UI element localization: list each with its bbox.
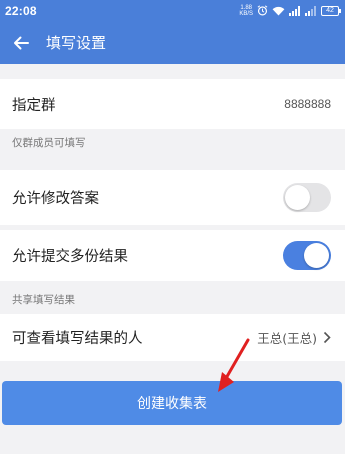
back-button[interactable] — [0, 21, 38, 64]
spacer — [0, 64, 345, 79]
signal-icon — [289, 5, 301, 16]
wifi-icon — [272, 6, 285, 16]
allow-multiple-toggle[interactable] — [283, 241, 331, 270]
group-caption: 仅群成员可填写 — [12, 137, 86, 149]
viewer-row[interactable]: 可查看填写结果的人 王总(王总) — [0, 314, 345, 361]
network-speed-unit: KB/S — [239, 10, 253, 17]
allow-edit-toggle[interactable] — [283, 183, 331, 212]
network-speed-value: 1.88 — [240, 4, 252, 11]
create-form-button-label: 创建收集表 — [137, 396, 207, 412]
share-caption: 共享填写结果 — [12, 294, 75, 306]
status-icons: 1.88 KB/S 42 — [239, 5, 341, 17]
group-label: 指定群 — [12, 97, 56, 114]
viewer-label: 可查看填写结果的人 — [12, 331, 143, 347]
network-speed: 1.88 KB/S — [239, 5, 253, 17]
page-title: 填写设置 — [46, 34, 107, 52]
status-time: 22:08 — [5, 3, 37, 18]
battery-icon: 42 — [321, 5, 341, 16]
group-value: 8888888 — [284, 97, 331, 111]
allow-multiple-label: 允许提交多份结果 — [12, 249, 128, 265]
status-bar: 22:08 1.88 KB/S 42 — [0, 0, 345, 21]
allow-edit-label: 允许修改答案 — [12, 191, 99, 207]
toggle-knob — [304, 243, 329, 268]
toggle-knob — [285, 185, 310, 210]
arrow-left-icon — [14, 36, 29, 49]
allow-multiple-row: 允许提交多份结果 — [0, 230, 345, 281]
chevron-right-icon — [323, 331, 331, 344]
viewer-value: 王总(王总) — [257, 331, 317, 346]
viewer-value-group: 王总(王总) — [257, 328, 331, 347]
alarm-icon — [257, 5, 268, 16]
app-bar: 填写设置 — [0, 21, 345, 64]
create-form-button[interactable]: 创建收集表 — [2, 381, 342, 425]
allow-edit-row: 允许修改答案 — [0, 170, 345, 225]
group-row[interactable]: 指定群 8888888 — [0, 79, 345, 129]
signal-icon-2 — [305, 5, 317, 16]
